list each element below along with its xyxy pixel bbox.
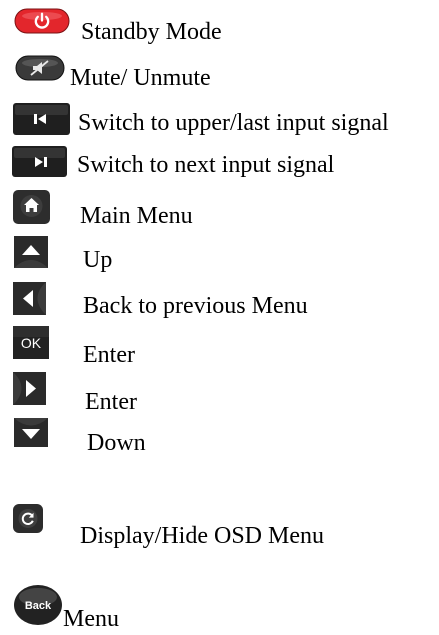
back-icon-text: Back — [25, 600, 52, 612]
up-arrow-icon — [14, 236, 48, 268]
ok-icon: OK — [13, 326, 49, 359]
legend-label: Standby Mode — [81, 19, 222, 45]
legend-label: Up — [83, 247, 113, 273]
power-icon — [14, 8, 70, 34]
previous-input-icon — [13, 103, 70, 135]
legend-label: Enter — [83, 342, 135, 368]
legend-label: Back to previous Menu — [83, 293, 308, 319]
next-input-icon — [12, 146, 67, 177]
legend-label: Down — [87, 430, 146, 456]
legend-label: Switch to upper/last input signal — [78, 110, 389, 136]
home-icon — [13, 190, 50, 224]
osd-icon — [13, 504, 43, 533]
legend-label: Menu — [63, 606, 119, 632]
mute-icon — [15, 55, 65, 81]
down-arrow-icon — [14, 418, 48, 447]
back-icon: Back — [13, 584, 63, 626]
legend-label: Display/Hide OSD Menu — [80, 523, 324, 549]
left-arrow-icon — [13, 282, 46, 315]
legend-label: Main Menu — [80, 203, 193, 229]
ok-icon-text: OK — [21, 335, 42, 351]
legend-label: Enter — [85, 389, 137, 415]
legend-label: Mute/ Unmute — [70, 65, 211, 91]
right-arrow-icon — [13, 372, 46, 405]
legend-label: Switch to next input signal — [77, 152, 335, 178]
